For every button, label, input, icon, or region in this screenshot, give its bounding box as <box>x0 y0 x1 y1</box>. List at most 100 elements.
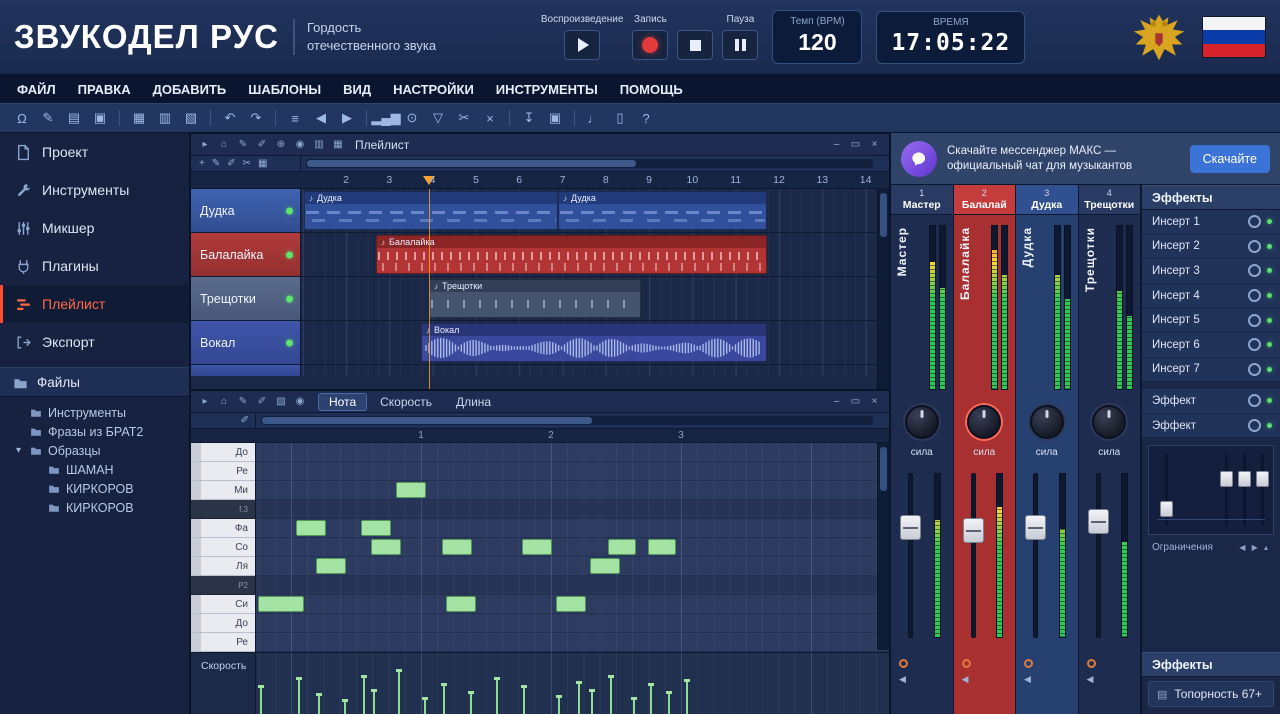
scroll-thumb[interactable] <box>880 193 887 237</box>
velocity-bar[interactable] <box>344 699 346 714</box>
limiter-slider[interactable] <box>1243 454 1246 526</box>
pattern-icon[interactable]: ▥ <box>311 137 327 153</box>
velocity-grid[interactable] <box>256 653 889 714</box>
mixer-channel-1[interactable]: 1МастерМастерсила◀ <box>891 185 954 714</box>
scroll-thumb[interactable] <box>262 417 592 424</box>
tree-item-2[interactable]: Фразы из БРАТ2 <box>0 422 189 441</box>
close-button[interactable]: × <box>866 137 883 152</box>
copy-icon[interactable]: ▥ <box>153 107 177 129</box>
note-grid[interactable] <box>256 443 889 652</box>
scissors-icon[interactable]: ✂ <box>452 107 476 129</box>
paste-icon[interactable]: ▧ <box>179 107 203 129</box>
pencil-icon[interactable]: ✎ <box>235 394 251 410</box>
download-icon[interactable]: ↧ <box>517 107 541 129</box>
sidebar-item-5[interactable]: Плейлист <box>0 285 189 323</box>
tree-item-4[interactable]: ШАМАН <box>0 460 189 479</box>
channel-header[interactable]: 3Дудка <box>1016 185 1078 215</box>
mix-knob[interactable] <box>1248 314 1261 327</box>
volume-knob[interactable] <box>1030 405 1064 439</box>
brush-icon[interactable]: ✐ <box>241 415 249 426</box>
velocity-bar[interactable] <box>591 689 593 714</box>
pianoroll-hscrollbar[interactable] <box>261 416 873 425</box>
speaker-icon[interactable]: ◀ <box>962 675 969 684</box>
mix-knob[interactable] <box>1248 215 1261 228</box>
undo-icon[interactable]: ↶ <box>218 107 242 129</box>
scroll-thumb[interactable] <box>880 447 887 491</box>
sidebar-item-3[interactable]: Микшер <box>0 209 189 247</box>
midi-note[interactable] <box>590 558 620 574</box>
pause-button[interactable] <box>722 30 758 60</box>
sidebar-item-1[interactable]: Проект <box>0 133 189 171</box>
speaker-icon[interactable]: ◀ <box>1087 675 1094 684</box>
tree-item-1[interactable]: Инструменты <box>0 403 189 422</box>
tree-item-3[interactable]: ▾Образцы <box>0 441 189 460</box>
insert-slot-1[interactable]: Инсерт 1 <box>1142 210 1280 235</box>
mix-knob[interactable] <box>1248 264 1261 277</box>
menu-item-6[interactable]: НАСТРОЙКИ <box>382 82 485 97</box>
time-box[interactable]: ВРЕМЯ 17:05:22 <box>876 11 1025 64</box>
track-header[interactable]: Балалайка <box>191 233 301 276</box>
piano-key[interactable]: Си <box>191 595 255 614</box>
close-button[interactable]: × <box>866 394 883 409</box>
brush-icon[interactable]: ✐ <box>254 394 270 410</box>
record-button[interactable] <box>632 30 668 60</box>
midi-note[interactable] <box>316 558 346 574</box>
channel-header[interactable]: 4Трещотки <box>1079 185 1141 215</box>
midi-note[interactable] <box>396 482 426 498</box>
list-icon[interactable]: ≡ <box>283 107 307 129</box>
midi-note[interactable] <box>608 539 636 555</box>
stop-button[interactable] <box>677 30 713 60</box>
piano-key[interactable]: До <box>191 443 255 462</box>
mixer-channel-3[interactable]: 3ДудкаДудкасила◀ <box>1016 185 1079 714</box>
insert-slot-2[interactable]: Инсерт 2 <box>1142 235 1280 260</box>
velocity-bar[interactable] <box>298 677 300 714</box>
zoom-icon[interactable]: ⊕ <box>273 137 289 153</box>
menu-item-5[interactable]: ВИД <box>332 82 382 97</box>
sidebar-item-2[interactable]: Инструменты <box>0 171 189 209</box>
playlist-ruler[interactable]: 234567891011121314 <box>191 172 889 189</box>
home-icon[interactable]: ⌂ <box>216 137 232 153</box>
velocity-bar[interactable] <box>443 683 445 714</box>
limiter-slider[interactable] <box>1165 454 1168 526</box>
menu-item-7[interactable]: ИНСТРУМЕНТЫ <box>485 82 609 97</box>
save-icon[interactable]: ▣ <box>88 107 112 129</box>
slice-icon[interactable]: ▨ <box>273 394 289 410</box>
fader-handle[interactable] <box>963 518 984 543</box>
clip[interactable]: ♪Вокал <box>421 323 767 362</box>
effect-slot-1[interactable]: Эффект <box>1142 389 1280 414</box>
add-icon[interactable]: + <box>199 159 205 169</box>
mix-knob[interactable] <box>1248 240 1261 253</box>
playlist-vscrollbar[interactable] <box>877 189 889 389</box>
files-section-header[interactable]: Файлы <box>0 367 189 397</box>
scroll-thumb[interactable] <box>307 160 636 167</box>
channel-header[interactable]: 1Мастер <box>891 185 953 215</box>
minimize-button[interactable]: – <box>828 137 845 152</box>
play-mini-icon[interactable]: ▶ <box>335 107 359 129</box>
track-header[interactable]: Трещотки <box>191 277 301 320</box>
velocity-bar[interactable] <box>398 669 400 714</box>
piano-key[interactable]: Ре <box>191 633 255 652</box>
clip[interactable]: ♪Дудка <box>304 191 558 230</box>
menu-item-8[interactable]: ПОМОЩЬ <box>609 82 694 97</box>
play-button[interactable] <box>564 30 600 60</box>
velocity-bar[interactable] <box>318 693 320 714</box>
pencil-icon[interactable]: ✎ <box>235 137 251 153</box>
grid-icon[interactable]: ▦ <box>127 107 151 129</box>
midi-note[interactable] <box>361 520 391 536</box>
redo-icon[interactable]: ↷ <box>244 107 268 129</box>
midi-note[interactable] <box>522 539 552 555</box>
minimize-button[interactable]: – <box>828 394 845 409</box>
mix-knob[interactable] <box>1248 394 1261 407</box>
cut-icon[interactable]: ✂ <box>243 159 251 169</box>
sidebar-item-6[interactable]: Экспорт <box>0 323 189 361</box>
limits-arrows[interactable]: ◀ ▶ ▴ <box>1239 543 1270 552</box>
velocity-bar[interactable] <box>363 675 365 714</box>
mixer-channel-2[interactable]: 2БалалайБалалайкасила◀ <box>954 185 1017 714</box>
midi-note[interactable] <box>648 539 676 555</box>
velocity-bar[interactable] <box>558 695 560 714</box>
pencil-icon[interactable]: ✎ <box>212 159 220 169</box>
volume-knob[interactable] <box>967 405 1001 439</box>
column-icon[interactable]: ▯ <box>608 107 632 129</box>
filter-icon[interactable]: ▽ <box>426 107 450 129</box>
piano-key[interactable]: P2 <box>191 576 255 595</box>
